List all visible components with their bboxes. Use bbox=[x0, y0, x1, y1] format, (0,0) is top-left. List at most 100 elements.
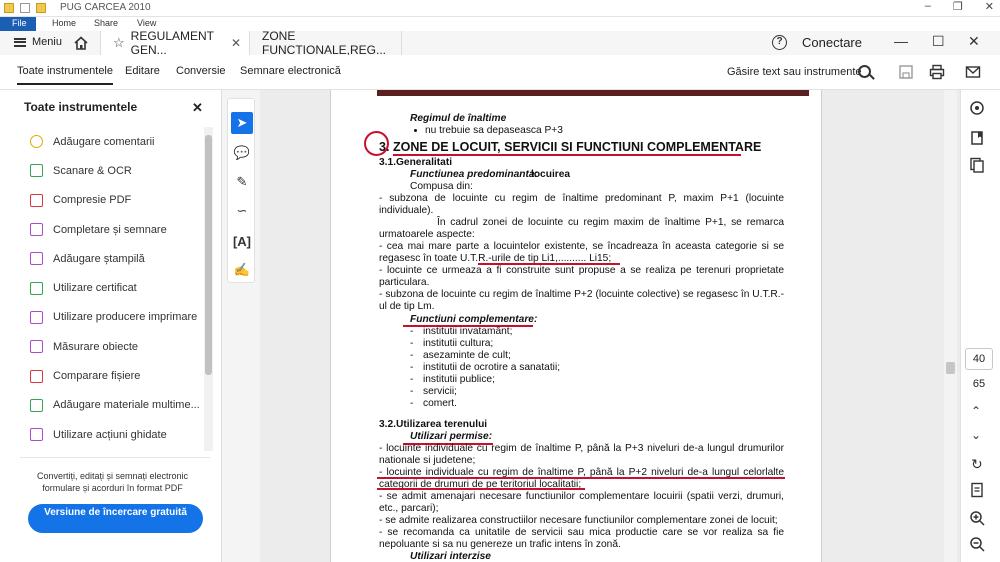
restore-icon[interactable]: ❐ bbox=[953, 0, 963, 13]
tool-add-stamp[interactable]: Adăugare ștampilă bbox=[0, 244, 204, 273]
draw-freehand-icon[interactable]: ∽ bbox=[231, 200, 253, 222]
star-icon[interactable]: ☆ bbox=[113, 35, 125, 51]
highlight-pen-icon[interactable]: ✎ bbox=[231, 171, 253, 193]
email-icon[interactable] bbox=[965, 64, 981, 80]
minimize-icon[interactable]: — bbox=[894, 33, 908, 49]
compare-icon bbox=[30, 369, 43, 383]
tab-edit[interactable]: Editare bbox=[125, 65, 160, 77]
tool-compress-pdf[interactable]: Compresie PDF bbox=[0, 186, 204, 215]
checkbox-icon[interactable] bbox=[20, 3, 30, 13]
page-top-band bbox=[377, 90, 809, 96]
permitted-use-4: - se admite realizarea constructiilor ne… bbox=[379, 515, 778, 526]
current-page-field[interactable]: 40 bbox=[965, 348, 993, 370]
list-item: institutii publice; bbox=[423, 374, 495, 385]
quick-tools-strip: ➤ 💬 ✎ ∽ [A] ✍ bbox=[222, 90, 260, 562]
connect-button[interactable]: Conectare bbox=[802, 35, 862, 50]
chevron-down-icon[interactable]: ⌄ bbox=[971, 428, 981, 442]
red-underline-annotation[interactable] bbox=[393, 154, 741, 156]
tool-measure[interactable]: Măsurare obiecte bbox=[0, 332, 204, 361]
hamburger-icon bbox=[14, 37, 26, 47]
tool-add-rich-media[interactable]: Adăugare materiale multime... bbox=[0, 391, 204, 420]
rotate-icon[interactable]: ↻ bbox=[971, 456, 983, 473]
folder-icon[interactable] bbox=[4, 3, 14, 13]
pages-icon[interactable] bbox=[969, 157, 985, 173]
tool-compare-files[interactable]: Comparare fișiere bbox=[0, 361, 204, 390]
red-circle-annotation[interactable] bbox=[364, 131, 389, 156]
dash: - bbox=[410, 338, 414, 349]
divider bbox=[20, 457, 210, 458]
scrollbar-thumb[interactable] bbox=[946, 362, 955, 374]
tab-regulament[interactable]: ☆ REGULAMENT GEN... ✕ bbox=[100, 29, 250, 57]
text-select-icon[interactable]: [A] bbox=[231, 230, 253, 252]
red-underline-annotation[interactable] bbox=[377, 477, 785, 479]
find-text-field[interactable]: Găsire text sau instrumente bbox=[727, 66, 862, 78]
zoom-out-icon[interactable] bbox=[969, 536, 985, 552]
ai-assistant-icon[interactable] bbox=[969, 100, 985, 116]
tool-add-comments[interactable]: Adăugare comentarii bbox=[0, 127, 204, 156]
dash: - bbox=[410, 398, 414, 409]
bookmark-icon[interactable] bbox=[969, 130, 985, 146]
print-icon[interactable] bbox=[929, 64, 945, 80]
certificate-icon bbox=[30, 281, 43, 295]
tool-scan-ocr[interactable]: Scanare & OCR bbox=[0, 156, 204, 185]
document-scrollbar[interactable] bbox=[944, 90, 957, 562]
predominant-function-value: locuirea bbox=[531, 169, 571, 180]
dash: - bbox=[410, 362, 414, 373]
tool-guided-actions[interactable]: Utilizare acțiuni ghidate bbox=[0, 420, 204, 449]
scrollbar-thumb[interactable] bbox=[205, 135, 212, 375]
explorer-tab-view[interactable]: View bbox=[137, 18, 156, 28]
explorer-window-controls: – ❐ ✕ bbox=[925, 0, 994, 13]
tool-use-certificate[interactable]: Utilizare certificat bbox=[0, 273, 204, 302]
explorer-tab-share[interactable]: Share bbox=[94, 18, 118, 28]
dash: - bbox=[410, 374, 414, 385]
all-tools-panel: Toate instrumentele ✕ Adăugare comentari… bbox=[0, 90, 222, 562]
dash: - bbox=[410, 326, 414, 337]
menu-label: Meniu bbox=[32, 36, 62, 48]
document-viewport[interactable]: Regimul de înaltime nu trebuie sa depase… bbox=[260, 90, 960, 562]
folder-icon[interactable] bbox=[36, 3, 46, 13]
minimize-icon[interactable]: – bbox=[925, 0, 931, 13]
close-panel-icon[interactable]: ✕ bbox=[192, 100, 203, 116]
pdf-page: Regimul de înaltime nu trebuie sa depase… bbox=[330, 90, 822, 562]
bullet bbox=[414, 129, 417, 132]
permitted-uses-title: Utilizari permise: bbox=[410, 431, 493, 442]
promo-text: Convertiți, editați și semnați electroni… bbox=[36, 471, 189, 493]
list-item: asezaminte de cult; bbox=[423, 350, 511, 361]
paragraph-5: - subzona de locuinte cu regim de înalti… bbox=[379, 289, 784, 312]
stamp-icon bbox=[30, 252, 43, 266]
select-cursor-icon[interactable]: ➤ bbox=[231, 112, 253, 134]
tools-scrollbar[interactable] bbox=[204, 127, 213, 451]
close-icon[interactable]: ✕ bbox=[985, 0, 994, 13]
zoom-in-icon[interactable] bbox=[969, 510, 985, 526]
tools-list: Adăugare comentarii Scanare & OCR Compre… bbox=[0, 127, 204, 449]
tab-convert[interactable]: Conversie bbox=[176, 65, 226, 77]
save-icon[interactable] bbox=[898, 64, 914, 80]
tab-zone-functionale[interactable]: ZONE FUNCTIONALE,REG... bbox=[250, 29, 402, 57]
home-icon[interactable] bbox=[73, 35, 89, 51]
chevron-up-icon[interactable]: ⌃ bbox=[971, 404, 981, 418]
free-trial-button[interactable]: Versiune de încercare gratuită bbox=[28, 504, 203, 533]
permitted-use-5: - se recomanda ca unitatile de servicii … bbox=[379, 527, 784, 550]
tab-e-sign[interactable]: Semnare electronică bbox=[240, 65, 341, 77]
tool-fill-sign[interactable]: Completare și semnare bbox=[0, 215, 204, 244]
explorer-title: PUG CARCEA 2010 bbox=[60, 2, 151, 13]
tab-all-tools[interactable]: Toate instrumentele bbox=[17, 65, 113, 85]
explorer-tab-home[interactable]: Home bbox=[52, 18, 76, 28]
menu-button[interactable]: Meniu bbox=[14, 36, 62, 48]
close-window-icon[interactable]: ✕ bbox=[968, 33, 980, 50]
maximize-icon[interactable]: ☐ bbox=[932, 33, 945, 50]
explorer-tab-file[interactable]: File bbox=[0, 17, 36, 31]
tool-print-production[interactable]: Utilizare producere imprimare bbox=[0, 303, 204, 332]
red-underline-annotation[interactable] bbox=[377, 488, 585, 490]
paragraph-1: - subzona de locuinte cu regim de înalti… bbox=[379, 193, 784, 216]
sign-pen-icon[interactable]: ✍ bbox=[231, 259, 253, 281]
list-item: institutii de ocrotire a sanatatii; bbox=[423, 362, 561, 373]
prohibited-uses-title: Utilizari interzise bbox=[410, 551, 491, 562]
help-icon[interactable]: ? bbox=[772, 35, 787, 50]
measure-icon bbox=[30, 340, 43, 354]
list-item: servicii; bbox=[423, 386, 457, 397]
page-options-icon[interactable] bbox=[969, 482, 985, 498]
comment-icon[interactable]: 💬 bbox=[231, 142, 253, 164]
close-tab-icon[interactable]: ✕ bbox=[231, 36, 241, 50]
search-icon[interactable] bbox=[858, 65, 871, 78]
